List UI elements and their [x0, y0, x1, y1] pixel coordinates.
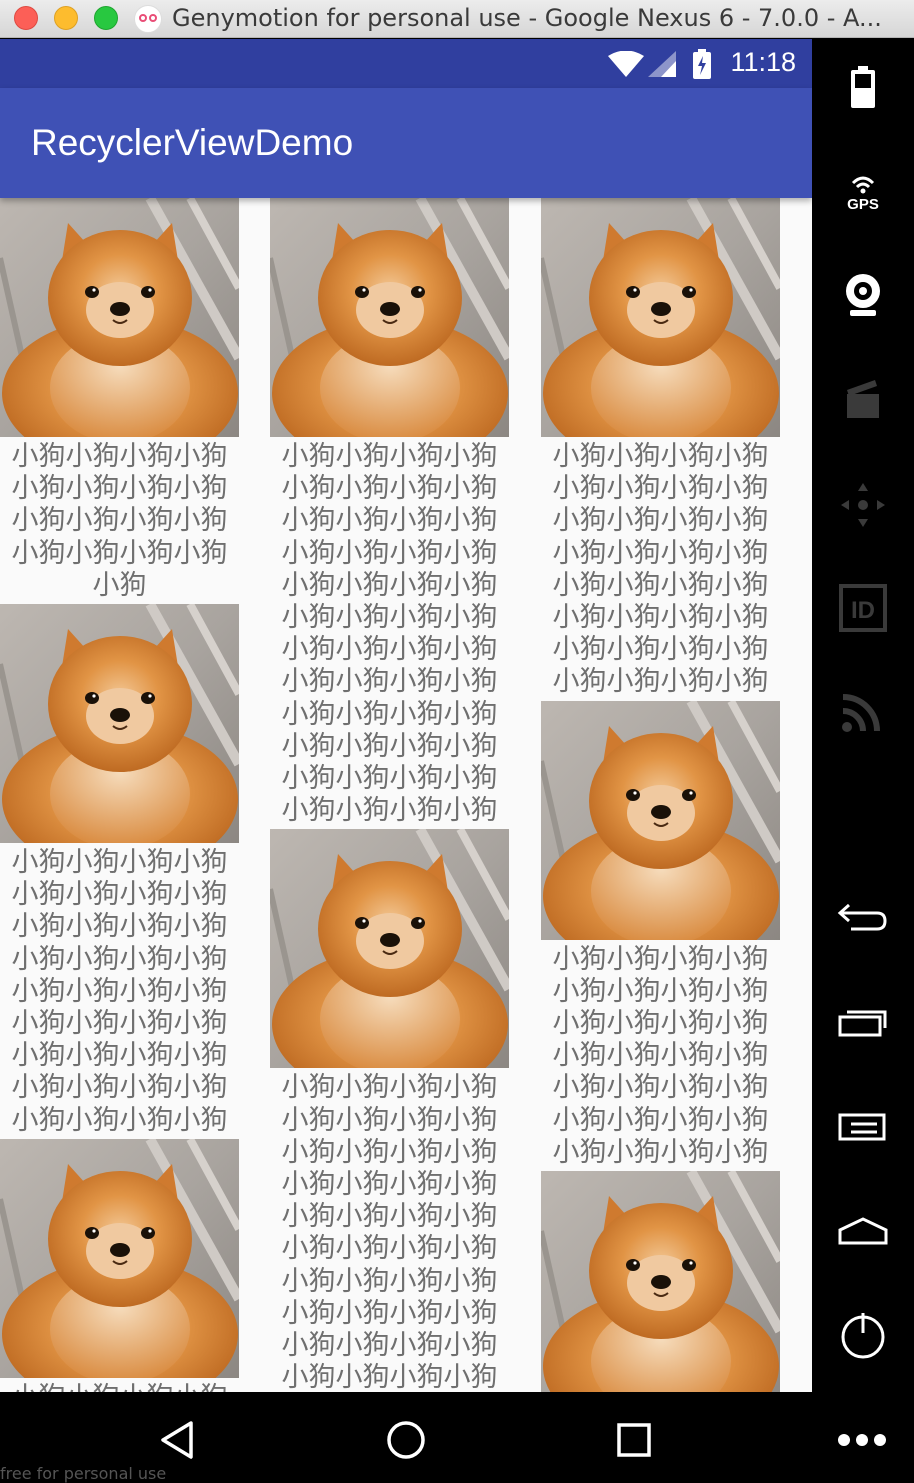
webcam-widget-button[interactable]	[812, 265, 914, 325]
window-title: Genymotion for personal use - Google Nex…	[172, 4, 882, 32]
more-options-button[interactable]	[832, 1410, 892, 1470]
sidebar-power-button[interactable]	[812, 1305, 914, 1365]
app-toolbar: RecyclerViewDemo	[0, 88, 812, 198]
gps-icon: GPS	[847, 176, 879, 211]
nav-recents-button[interactable]	[604, 1410, 664, 1470]
list-item[interactable]: 小狗小狗小狗小狗小狗小狗小狗小狗小狗小狗小狗小狗小狗小狗小狗小狗小狗	[0, 198, 239, 604]
dog-image	[541, 701, 780, 940]
nav-back-icon	[161, 1421, 193, 1459]
svg-text:ID: ID	[851, 597, 875, 624]
item-caption: 小狗小狗小狗小狗小狗小狗小狗小狗小狗小狗小狗小狗小狗小狗小狗小狗小狗小狗小狗小狗…	[281, 441, 498, 827]
dog-image	[0, 604, 239, 843]
list-item[interactable]	[541, 1171, 780, 1392]
recent-apps-icon	[838, 1010, 887, 1037]
battery-charging-icon	[693, 49, 711, 79]
item-caption: 小狗小狗小狗小狗小狗小狗小狗小狗小狗小狗小狗小狗小狗小狗小狗小狗小狗小狗小狗小狗…	[552, 441, 769, 698]
remote-control-icon	[842, 694, 880, 732]
list-item[interactable]: 小狗小狗小狗小狗小狗小狗小狗小狗小狗小狗小狗小狗小狗小狗小狗小狗小狗小狗小狗小狗…	[270, 198, 509, 829]
screencast-widget-button[interactable]	[812, 369, 914, 429]
list-item[interactable]: 小狗小狗小狗小狗小狗小狗小狗小狗小狗小狗小狗小狗小狗小狗小狗小狗小狗小狗小狗小狗…	[541, 701, 780, 1171]
clapperboard-icon	[847, 380, 879, 418]
device-id-widget-button[interactable]: ID	[812, 578, 914, 638]
genymotion-sidebar: GPS ID	[812, 39, 914, 1392]
remote-control-widget-button[interactable]	[812, 681, 914, 741]
sidebar-home-button[interactable]	[812, 1201, 914, 1261]
status-time: 11:18	[730, 47, 796, 77]
dog-image	[0, 198, 239, 437]
dog-image	[541, 1171, 780, 1392]
dpad-widget-button[interactable]	[812, 475, 914, 535]
battery-icon	[851, 66, 875, 108]
dog-image	[270, 198, 509, 437]
item-caption: 小狗小狗小狗小狗小狗小狗小狗小狗小狗小狗小狗小狗小狗小狗小狗小狗小狗小狗小狗小狗…	[552, 943, 769, 1168]
genymotion-logo-icon	[134, 5, 162, 33]
power-icon	[841, 1313, 885, 1359]
item-caption: 小狗小狗小狗小狗小狗小狗小狗小狗小狗小狗小狗小狗小狗小狗小狗小狗小狗	[11, 441, 228, 601]
grid-column: 小狗小狗小狗小狗小狗小狗小狗小狗小狗小狗小狗小狗小狗小狗小狗小狗小狗 小狗小狗小…	[0, 198, 239, 1392]
device-id-icon: ID	[839, 584, 887, 632]
battery-widget-button[interactable]	[812, 57, 914, 117]
list-item[interactable]: 小狗小狗小狗小狗	[0, 1139, 239, 1392]
back-icon	[837, 903, 887, 931]
item-caption: 小狗小狗小狗小狗小狗小狗小狗小狗小狗小狗小狗小狗小狗小狗小狗小狗小狗小狗小狗小狗…	[281, 1072, 498, 1392]
nav-recents-icon	[617, 1423, 651, 1457]
grid-column: 小狗小狗小狗小狗小狗小狗小狗小狗小狗小狗小狗小狗小狗小狗小狗小狗小狗小狗小狗小狗…	[270, 198, 509, 1392]
status-bar: 11:18	[0, 39, 812, 88]
item-caption: 小狗小狗小狗小狗小狗小狗小狗小狗小狗小狗小狗小狗小狗小狗小狗小狗小狗小狗小狗小狗…	[11, 847, 228, 1136]
watermark-text: free for personal use	[0, 1464, 167, 1483]
signal-icon	[648, 51, 676, 77]
wifi-icon	[608, 51, 644, 77]
toolbar-title: RecyclerViewDemo	[31, 122, 354, 163]
list-item[interactable]: 小狗小狗小狗小狗小狗小狗小狗小狗小狗小狗小狗小狗小狗小狗小狗小狗小狗小狗小狗小狗…	[541, 198, 780, 701]
dog-image	[541, 198, 780, 437]
nav-home-icon	[387, 1421, 425, 1459]
sidebar-back-button[interactable]	[812, 887, 914, 947]
dog-image	[270, 829, 509, 1068]
menu-icon	[838, 1113, 886, 1141]
webcam-icon	[846, 274, 880, 316]
grid-column: 小狗小狗小狗小狗小狗小狗小狗小狗小狗小狗小狗小狗小狗小狗小狗小狗小狗小狗小狗小狗…	[541, 198, 780, 1392]
window-title-bar: Genymotion for personal use - Google Nex…	[0, 0, 914, 38]
close-window-button[interactable]	[14, 6, 38, 30]
nav-back-button[interactable]	[147, 1410, 207, 1470]
list-item[interactable]: 小狗小狗小狗小狗小狗小狗小狗小狗小狗小狗小狗小狗小狗小狗小狗小狗小狗小狗小狗小狗…	[270, 829, 509, 1392]
home-icon	[838, 1217, 888, 1245]
maximize-window-button[interactable]	[94, 6, 118, 30]
recycler-view[interactable]: 小狗小狗小狗小狗小狗小狗小狗小狗小狗小狗小狗小狗小狗小狗小狗小狗小狗 小狗小狗小…	[0, 198, 812, 1392]
minimize-window-button[interactable]	[54, 6, 78, 30]
item-caption: 小狗小狗小狗小狗	[0, 1378, 239, 1392]
svg-text:GPS: GPS	[847, 196, 879, 211]
sidebar-menu-button[interactable]	[812, 1097, 914, 1157]
list-item[interactable]: 小狗小狗小狗小狗小狗小狗小狗小狗小狗小狗小狗小狗小狗小狗小狗小狗小狗小狗小狗小狗…	[0, 604, 239, 1139]
dpad-icon	[841, 483, 885, 527]
gps-widget-button[interactable]: GPS	[812, 161, 914, 221]
more-icon	[838, 1434, 886, 1446]
sidebar-recent-apps-button[interactable]	[812, 993, 914, 1053]
dog-image	[0, 1139, 239, 1378]
nav-home-button[interactable]	[376, 1410, 436, 1470]
